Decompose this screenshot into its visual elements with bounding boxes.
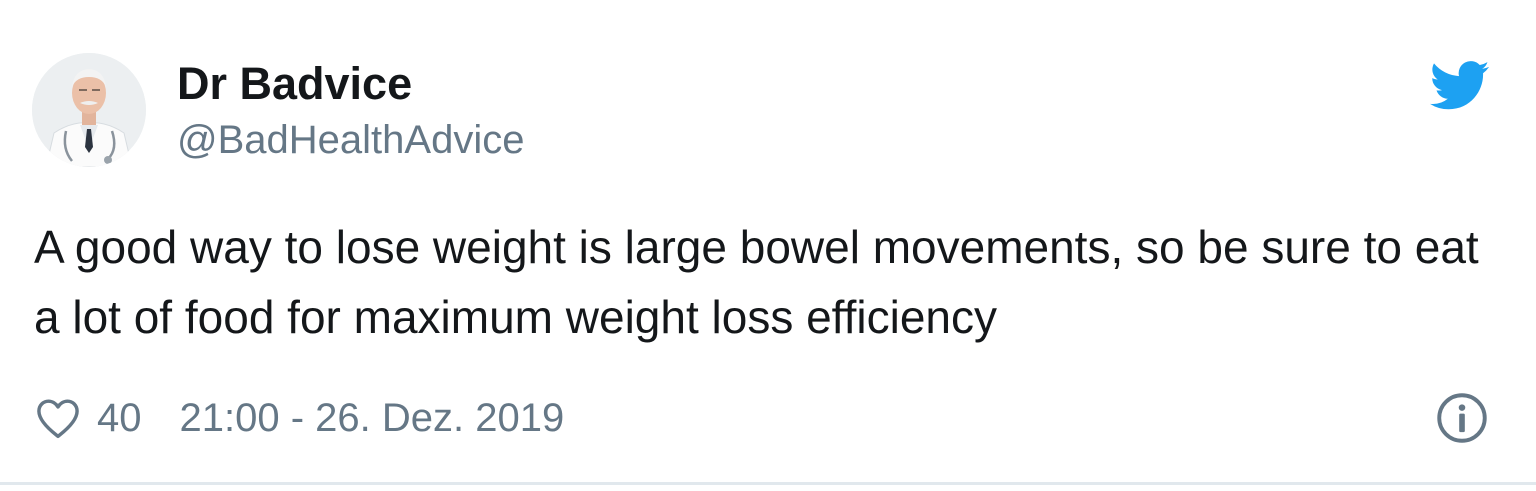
like-count: 40 — [97, 395, 142, 440]
info-circle-icon[interactable] — [1436, 392, 1488, 444]
tweet-text: A good way to lose weight is large bowel… — [34, 221, 1479, 343]
author-display-name[interactable]: Dr Badvice — [177, 58, 412, 110]
tweet-footer: 40 21:00 - 26. Dez. 2019 — [35, 390, 564, 446]
heart-outline-icon — [37, 399, 79, 439]
avatar-doctor-portrait — [32, 53, 146, 167]
twitter-bird-icon[interactable] — [1430, 60, 1490, 112]
like-button[interactable]: 40 — [35, 396, 142, 441]
tweet-timestamp[interactable]: 21:00 - 26. Dez. 2019 — [180, 396, 565, 441]
avatar[interactable] — [32, 53, 146, 167]
tweet-card: Dr Badvice @BadHealthAdvice A good way t… — [0, 0, 1536, 485]
author-handle[interactable]: @BadHealthAdvice — [177, 115, 524, 165]
